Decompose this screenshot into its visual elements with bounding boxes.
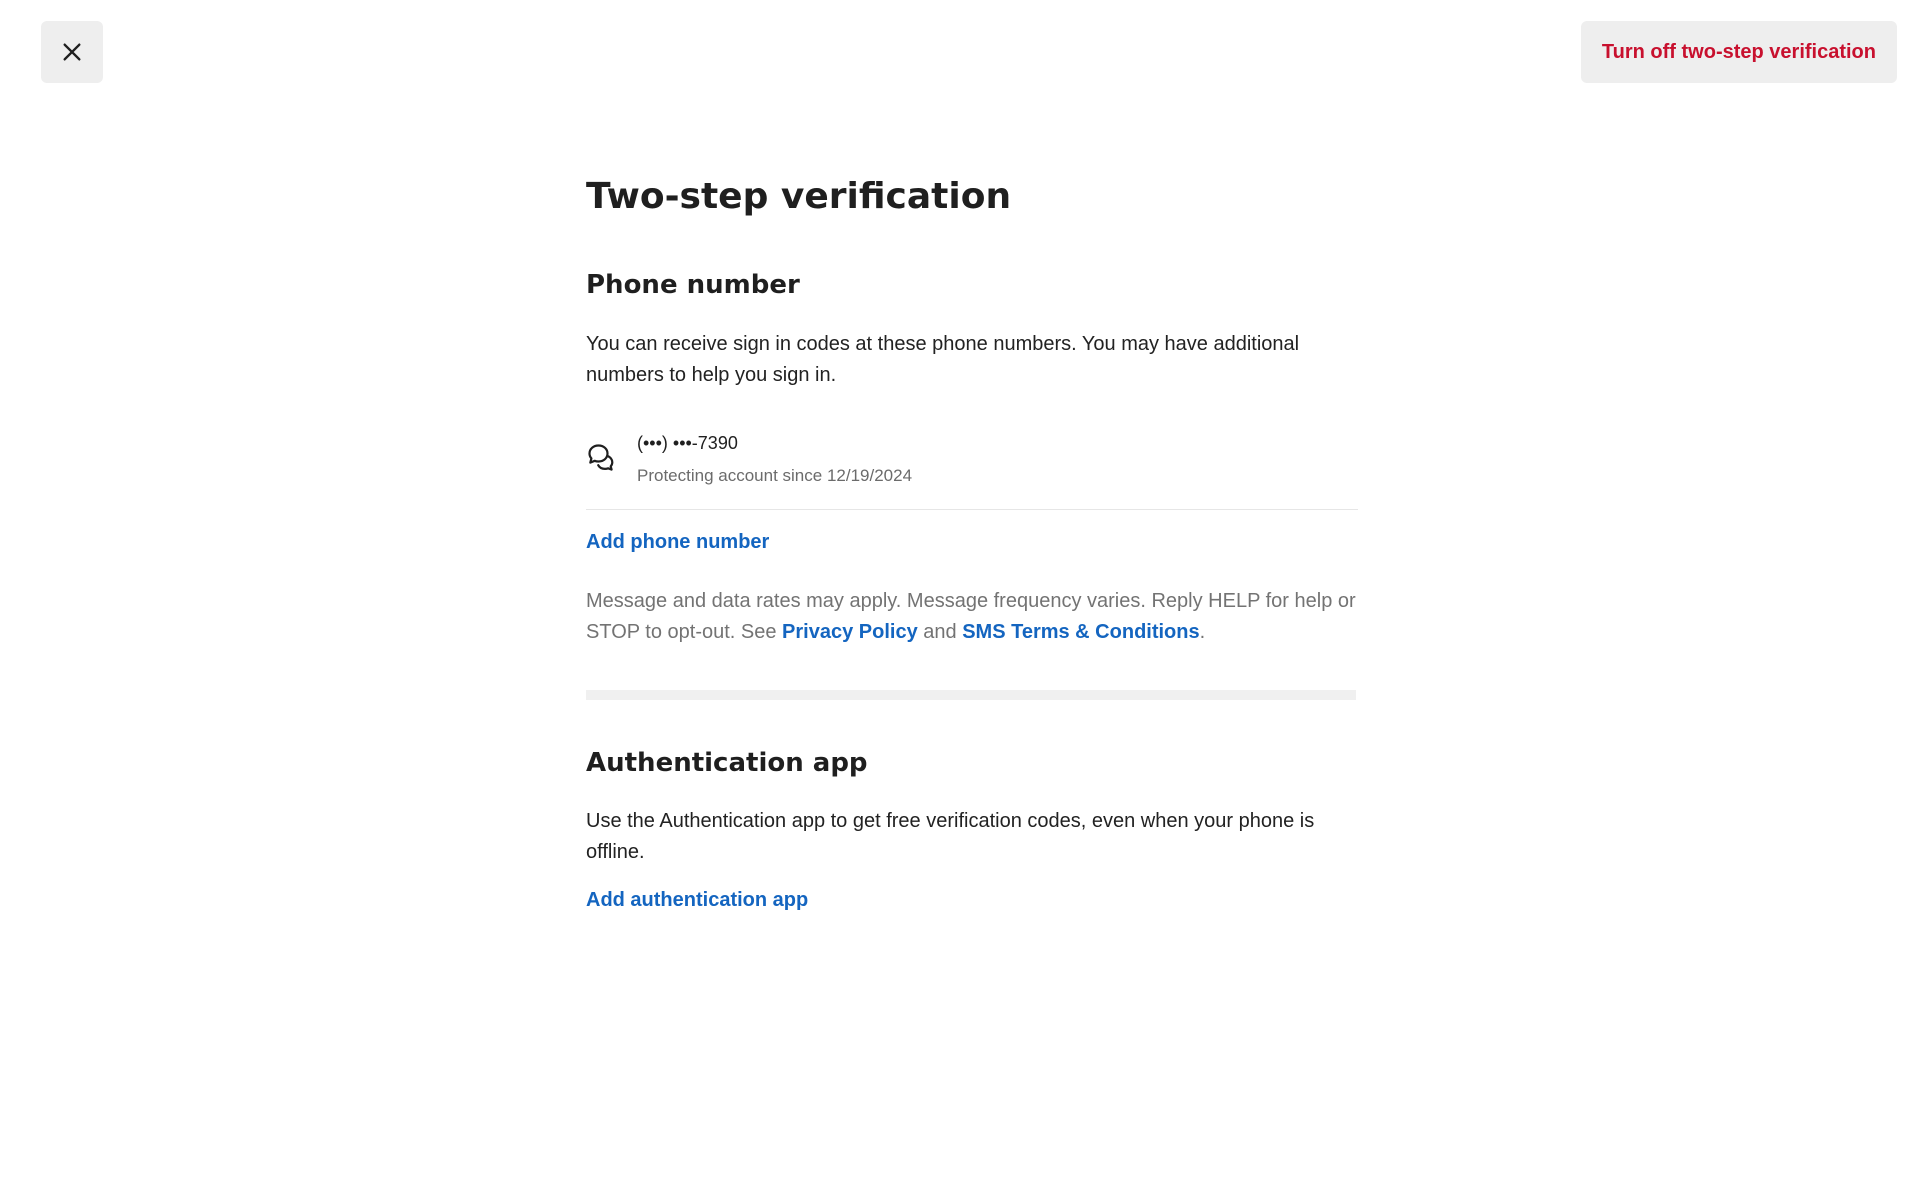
section-divider bbox=[586, 690, 1356, 701]
privacy-policy-link[interactable]: Privacy Policy bbox=[782, 621, 918, 643]
main-content: Two-step verification Phone number You c… bbox=[586, 160, 1358, 912]
add-authentication-app-link[interactable]: Add authentication app bbox=[586, 888, 808, 912]
phone-number: (•••) •••-7390 bbox=[637, 433, 738, 454]
page-title: Two-step verification bbox=[586, 176, 1012, 217]
disclaimer-suffix: . bbox=[1199, 621, 1206, 644]
chat-bubbles-icon bbox=[588, 444, 614, 472]
turn-off-two-step-button[interactable]: Turn off two-step verification bbox=[1580, 21, 1897, 83]
auth-section-description: Use the Authentication app to get free v… bbox=[586, 809, 1315, 863]
phone-section-description: You can receive sign in codes at these p… bbox=[586, 333, 1300, 387]
phone-section-heading: Phone number bbox=[586, 270, 800, 301]
sms-disclaimer: Message and data rates may apply. Messag… bbox=[586, 586, 1358, 648]
close-button[interactable] bbox=[41, 21, 103, 83]
close-icon bbox=[63, 43, 81, 61]
add-phone-number-link[interactable]: Add phone number bbox=[586, 530, 769, 554]
phone-info: (•••) •••-7390 Protecting account since … bbox=[637, 432, 912, 487]
phone-entry: (•••) •••-7390 Protecting account since … bbox=[586, 432, 1358, 511]
phone-protecting-since: Protecting account since 12/19/2024 bbox=[637, 466, 913, 486]
auth-section-heading: Authentication app bbox=[586, 748, 868, 779]
disclaimer-and: and bbox=[917, 621, 963, 644]
sms-terms-link[interactable]: SMS Terms & Conditions bbox=[962, 621, 1199, 643]
